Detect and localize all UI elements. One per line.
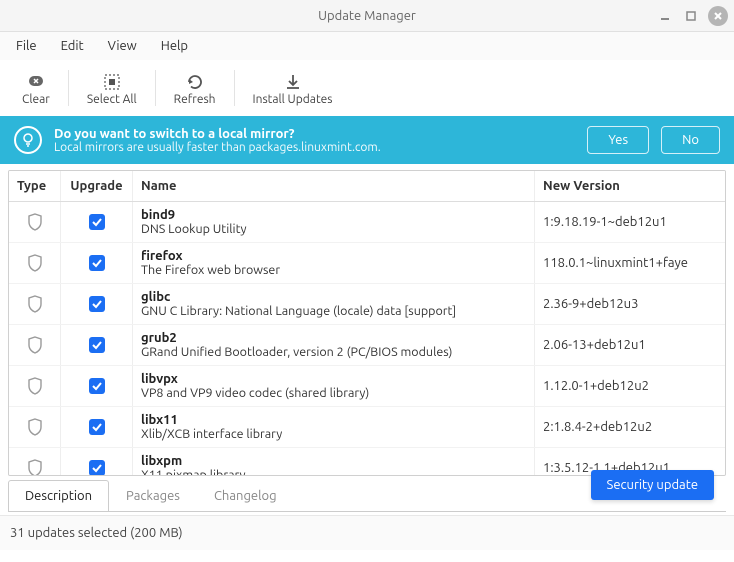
menu-edit[interactable]: Edit: [51, 35, 94, 57]
tab-changelog[interactable]: Changelog: [197, 480, 294, 511]
tab-description[interactable]: Description: [8, 480, 109, 511]
install-label: Install Updates: [253, 93, 333, 106]
column-name[interactable]: Name: [133, 171, 535, 201]
package-name-cell: libx11Xlib/XCB interface library: [133, 407, 535, 447]
updates-table[interactable]: Type Upgrade Name New Version bind9DNS L…: [8, 170, 726, 476]
shield-icon: [9, 202, 61, 242]
package-name: libx11: [141, 413, 178, 427]
status-text: 31 updates selected (200 MB): [10, 526, 183, 540]
refresh-button[interactable]: Refresh: [160, 67, 230, 110]
upgrade-checkbox[interactable]: [61, 407, 133, 447]
toolbar: Clear Select All Refresh Install Updates: [0, 60, 734, 116]
toolbar-separator: [234, 70, 235, 106]
banner-yes-button[interactable]: Yes: [587, 126, 649, 154]
table-row[interactable]: bind9DNS Lookup Utility1:9.18.19-1~deb12…: [9, 202, 725, 243]
package-description: VP8 and VP9 video codec (shared library): [141, 386, 369, 400]
package-description: The Firefox web browser: [141, 263, 280, 277]
select-all-button[interactable]: Select All: [73, 67, 151, 110]
minimize-button[interactable]: [656, 7, 674, 25]
security-update-badge[interactable]: Security update: [591, 470, 714, 500]
table-body: bind9DNS Lookup Utility1:9.18.19-1~deb12…: [9, 202, 725, 476]
maximize-button[interactable]: [682, 7, 700, 25]
status-bar: 31 updates selected (200 MB): [0, 515, 734, 550]
clear-label: Clear: [22, 93, 50, 106]
package-description: GRand Unified Bootloader, version 2 (PC/…: [141, 345, 452, 359]
package-name-cell: glibcGNU C Library: National Language (l…: [133, 284, 535, 324]
menu-help[interactable]: Help: [151, 35, 198, 57]
select-all-label: Select All: [87, 93, 137, 106]
toolbar-separator: [155, 70, 156, 106]
new-version: 1:9.18.19-1~deb12u1: [535, 202, 725, 242]
new-version: 2.06-13+deb12u1: [535, 325, 725, 365]
package-name: libvpx: [141, 372, 178, 386]
banner-subtitle: Local mirrors are usually faster than pa…: [54, 141, 575, 154]
column-type[interactable]: Type: [9, 171, 61, 201]
banner-question: Do you want to switch to a local mirror?: [54, 127, 575, 141]
upgrade-checkbox[interactable]: [61, 325, 133, 365]
new-version: 1.12.0-1+deb12u2: [535, 366, 725, 406]
package-name-cell: firefoxThe Firefox web browser: [133, 243, 535, 283]
table-row[interactable]: firefoxThe Firefox web browser118.0.1~li…: [9, 243, 725, 284]
window-controls: [656, 6, 728, 26]
clear-icon: [26, 71, 46, 93]
package-name-cell: libvpxVP8 and VP9 video codec (shared li…: [133, 366, 535, 406]
package-description: X11 pixmap library: [141, 468, 246, 476]
close-icon: [713, 11, 723, 21]
package-description: GNU C Library: National Language (locale…: [141, 304, 456, 318]
shield-icon: [9, 407, 61, 447]
upgrade-checkbox[interactable]: [61, 202, 133, 242]
package-name: glibc: [141, 290, 170, 304]
banner-text: Do you want to switch to a local mirror?…: [54, 127, 575, 154]
banner-no-button[interactable]: No: [661, 126, 720, 154]
shield-icon: [9, 284, 61, 324]
shield-icon: [9, 448, 61, 476]
menu-file[interactable]: File: [6, 35, 47, 57]
install-updates-button[interactable]: Install Updates: [239, 67, 347, 110]
shield-icon: [9, 325, 61, 365]
close-button[interactable]: [708, 6, 728, 26]
new-version: 2:1.8.4-2+deb12u2: [535, 407, 725, 447]
column-upgrade[interactable]: Upgrade: [61, 171, 133, 201]
upgrade-checkbox[interactable]: [61, 448, 133, 476]
package-name: firefox: [141, 249, 183, 263]
table-row[interactable]: libx11Xlib/XCB interface library2:1.8.4-…: [9, 407, 725, 448]
shield-icon: [9, 366, 61, 406]
package-description: DNS Lookup Utility: [141, 222, 247, 236]
package-name-cell: bind9DNS Lookup Utility: [133, 202, 535, 242]
menu-bar: File Edit View Help: [0, 32, 734, 60]
package-description: Xlib/XCB interface library: [141, 427, 282, 441]
toolbar-separator: [68, 70, 69, 106]
mirror-banner: Do you want to switch to a local mirror?…: [0, 116, 734, 164]
shield-icon: [9, 243, 61, 283]
new-version: 2.36-9+deb12u3: [535, 284, 725, 324]
upgrade-checkbox[interactable]: [61, 366, 133, 406]
window-title: Update Manager: [318, 9, 416, 23]
package-name: grub2: [141, 331, 177, 345]
table-row[interactable]: grub2GRand Unified Bootloader, version 2…: [9, 325, 725, 366]
refresh-icon: [186, 71, 204, 93]
package-name-cell: grub2GRand Unified Bootloader, version 2…: [133, 325, 535, 365]
maximize-icon: [685, 10, 697, 22]
lightbulb-icon: [14, 126, 42, 154]
title-bar: Update Manager: [0, 0, 734, 32]
clear-button[interactable]: Clear: [8, 67, 64, 110]
table-row[interactable]: libvpxVP8 and VP9 video codec (shared li…: [9, 366, 725, 407]
package-name: libxpm: [141, 454, 182, 468]
updates-table-wrap: Type Upgrade Name New Version bind9DNS L…: [0, 164, 734, 476]
table-row[interactable]: glibcGNU C Library: National Language (l…: [9, 284, 725, 325]
table-header: Type Upgrade Name New Version: [9, 171, 725, 202]
refresh-label: Refresh: [174, 93, 216, 106]
menu-view[interactable]: View: [98, 35, 147, 57]
download-icon: [284, 71, 302, 93]
tab-packages[interactable]: Packages: [109, 480, 197, 511]
detail-tabs: Description Packages Changelog Security …: [0, 476, 734, 511]
new-version: 118.0.1~linuxmint1+faye: [535, 243, 725, 283]
package-name-cell: libxpmX11 pixmap library: [133, 448, 535, 476]
upgrade-checkbox[interactable]: [61, 284, 133, 324]
minimize-icon: [659, 10, 671, 22]
upgrade-checkbox[interactable]: [61, 243, 133, 283]
column-new-version[interactable]: New Version: [535, 171, 725, 201]
package-name: bind9: [141, 208, 175, 222]
select-all-icon: [103, 71, 121, 93]
